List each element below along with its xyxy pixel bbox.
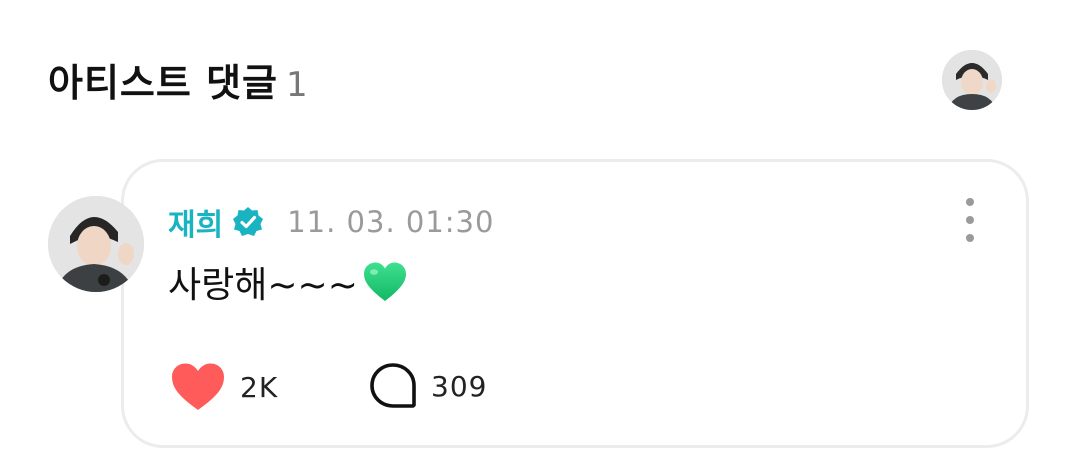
speech-bubble-icon: [369, 362, 417, 410]
avatar-image: [942, 50, 1002, 110]
artist-comments-header: 아티스트 댓글 1: [48, 52, 308, 107]
avatar-image: [48, 196, 144, 292]
comment-count: 1: [286, 65, 308, 105]
comment-text: 사랑해~~~: [168, 265, 358, 306]
more-options-button[interactable]: [955, 198, 985, 242]
reply-count: 309: [431, 369, 488, 403]
author-avatar[interactable]: [48, 196, 144, 292]
author-name[interactable]: 재희: [168, 200, 223, 244]
like-count: 2K: [240, 370, 279, 404]
more-vertical-icon: [966, 198, 974, 242]
section-title: 아티스트 댓글: [48, 61, 278, 105]
green-heart-emoji-icon: [362, 261, 408, 303]
like-button[interactable]: 2K: [170, 362, 278, 412]
comment-author-row: 재희 11. 03. 01:30: [168, 200, 494, 244]
verified-badge-icon: [231, 205, 265, 239]
comment-body: 사랑해~~~: [168, 256, 408, 308]
comment-timestamp: 11. 03. 01:30: [287, 205, 495, 239]
reply-button[interactable]: 309: [369, 362, 487, 410]
heart-icon: [170, 362, 226, 412]
artist-avatar-small[interactable]: [942, 50, 1002, 110]
